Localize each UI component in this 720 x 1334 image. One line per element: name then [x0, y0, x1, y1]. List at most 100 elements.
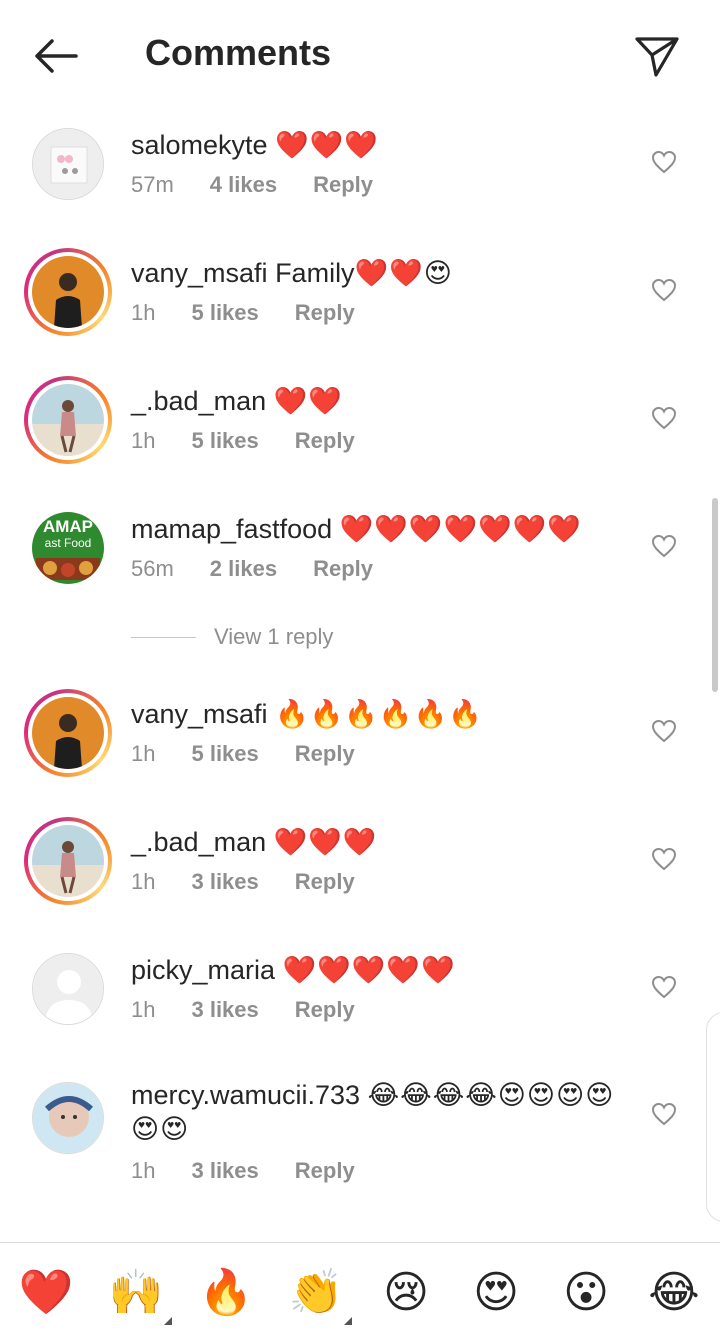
avatar-story-ring[interactable]	[24, 376, 112, 464]
avatar-story-ring[interactable]	[24, 689, 112, 777]
comment-likes[interactable]: 5 likes	[191, 428, 258, 453]
comment-username[interactable]: mercy.wamucii.733	[131, 1080, 360, 1110]
comment-likes[interactable]: 4 likes	[210, 172, 277, 197]
reaction-heart-eyes-button[interactable]: 😍	[468, 1265, 524, 1321]
comment-username[interactable]: vany_msafi	[131, 258, 268, 288]
avatar-story-ring[interactable]	[24, 817, 112, 905]
comment-emojis: ❤️❤️	[273, 386, 343, 416]
like-comment-button[interactable]	[648, 530, 680, 562]
comment-likes[interactable]: 2 likes	[210, 556, 277, 581]
comment-meta: 1h 3 likes Reply	[131, 869, 391, 895]
reaction-surprised-button[interactable]: 😮	[558, 1265, 614, 1321]
reply-button[interactable]: Reply	[295, 1158, 355, 1183]
back-button[interactable]	[26, 30, 86, 82]
avatar-image	[32, 697, 104, 769]
emoji-reaction-bar: ❤️ 🙌 🔥 👏 😢 😍 😮 😂	[0, 1242, 720, 1334]
comment-time: 1h	[131, 300, 156, 325]
avatar[interactable]: AMAP ast Food	[32, 512, 104, 584]
send-icon	[635, 37, 679, 77]
comment-text: picky_maria ❤️❤️❤️❤️❤️	[131, 953, 631, 987]
reaction-laughing-button[interactable]: 😂	[646, 1265, 702, 1321]
like-comment-button[interactable]	[648, 274, 680, 306]
comment-meta: 1h 3 likes Reply	[131, 1158, 391, 1184]
comment-meta: 1h 5 likes Reply	[131, 428, 391, 454]
reply-button[interactable]: Reply	[295, 997, 355, 1022]
edge-panel-handle[interactable]	[706, 1012, 720, 1222]
view-replies-label: View 1 reply	[214, 624, 334, 649]
comment-time: 1h	[131, 1158, 156, 1183]
reply-button[interactable]: Reply	[295, 869, 355, 894]
comment-likes[interactable]: 5 likes	[191, 300, 258, 325]
comment-username[interactable]: mamap_fastfood	[131, 514, 332, 544]
scrollbar[interactable]	[712, 498, 718, 692]
comment-username[interactable]: _.bad_man	[131, 386, 266, 416]
divider	[131, 636, 196, 638]
like-comment-button[interactable]	[648, 843, 680, 875]
heart-outline-icon	[651, 975, 677, 999]
comment-emojis: ❤️❤️❤️	[273, 827, 378, 857]
back-arrow-icon	[35, 39, 78, 73]
svg-text:AMAP: AMAP	[43, 517, 93, 536]
comment-text: mamap_fastfood ❤️❤️❤️❤️❤️❤️❤️	[131, 512, 631, 546]
comment-username[interactable]: picky_maria	[131, 955, 275, 985]
reaction-fire-button[interactable]: 🔥	[198, 1265, 254, 1321]
comment-text: mercy.wamucii.733 😂😂😂😂😍😍😍😍😍😍	[131, 1078, 621, 1146]
reply-button[interactable]: Reply	[313, 172, 373, 197]
comment-meta: 1h 3 likes Reply	[131, 997, 391, 1023]
comment-text: _.bad_man ❤️❤️❤️	[131, 825, 631, 859]
svg-text:ast Food: ast Food	[45, 536, 92, 550]
comment-text: vany_msafi 🔥🔥🔥🔥🔥🔥	[131, 697, 631, 731]
reply-button[interactable]: Reply	[295, 741, 355, 766]
header: Comments	[0, 0, 720, 112]
avatar[interactable]	[32, 953, 104, 1025]
avatar-image	[33, 1083, 103, 1153]
heart-outline-icon	[651, 847, 677, 871]
comment-time: 57m	[131, 172, 174, 197]
comment-likes[interactable]: 3 likes	[191, 869, 258, 894]
comment-time: 56m	[131, 556, 174, 581]
heart-outline-icon	[651, 1102, 677, 1126]
comment-time: 1h	[131, 869, 156, 894]
reaction-raised-hands-button[interactable]: 🙌	[108, 1265, 172, 1325]
comment-username[interactable]: _.bad_man	[131, 827, 266, 857]
default-avatar-icon	[33, 954, 103, 1024]
reply-button[interactable]: Reply	[295, 300, 355, 325]
comment-time: 1h	[131, 741, 156, 766]
comment-meta: 56m 2 likes Reply	[131, 556, 409, 582]
avatar-image	[32, 256, 104, 328]
avatar-image	[33, 129, 103, 199]
reply-button[interactable]: Reply	[295, 428, 355, 453]
heart-outline-icon	[651, 719, 677, 743]
view-replies-button[interactable]: View 1 reply	[131, 624, 333, 650]
send-button[interactable]	[628, 30, 686, 82]
reaction-clap-button[interactable]: 👏	[288, 1265, 352, 1325]
comment-text: _.bad_man ❤️❤️	[131, 384, 631, 418]
avatar-image	[32, 384, 104, 456]
skin-tone-indicator	[164, 1317, 172, 1325]
comment-likes[interactable]: 5 likes	[191, 741, 258, 766]
comment-time: 1h	[131, 428, 156, 453]
avatar[interactable]	[32, 1082, 104, 1154]
like-comment-button[interactable]	[648, 971, 680, 1003]
reaction-crying-button[interactable]: 😢	[378, 1265, 434, 1321]
heart-outline-icon	[651, 150, 677, 174]
reply-button[interactable]: Reply	[313, 556, 373, 581]
comment-username[interactable]: salomekyte	[131, 130, 268, 160]
avatar-story-ring[interactable]	[24, 248, 112, 336]
like-comment-button[interactable]	[648, 402, 680, 434]
comment-emojis: 🔥🔥🔥🔥🔥🔥	[275, 699, 483, 729]
comment-text: salomekyte ❤️❤️❤️	[131, 128, 631, 162]
skin-tone-indicator	[344, 1317, 352, 1325]
like-comment-button[interactable]	[648, 715, 680, 747]
reaction-heart-button[interactable]: ❤️	[18, 1265, 74, 1321]
comment-likes[interactable]: 3 likes	[191, 997, 258, 1022]
like-comment-button[interactable]	[648, 146, 680, 178]
comment-likes[interactable]: 3 likes	[191, 1158, 258, 1183]
like-comment-button[interactable]	[648, 1098, 680, 1130]
page-title: Comments	[145, 32, 332, 73]
heart-outline-icon	[651, 406, 677, 430]
avatar[interactable]	[32, 128, 104, 200]
comment-emojis: ❤️❤️😍	[354, 258, 453, 288]
avatar-image	[32, 825, 104, 897]
comment-username[interactable]: vany_msafi	[131, 699, 268, 729]
